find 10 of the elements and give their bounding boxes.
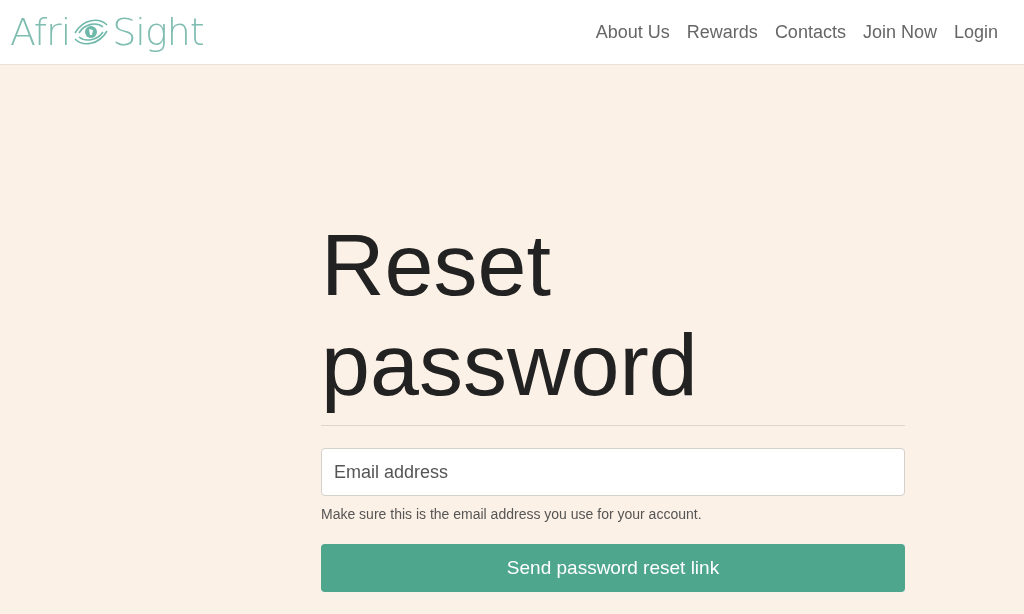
page-title: Reset password	[321, 215, 699, 415]
nav-link[interactable]: Join Now	[862, 21, 937, 43]
logo-text: Afri	[10, 10, 71, 54]
nav-link[interactable]: Login	[953, 21, 998, 43]
logo-text: Sight	[112, 10, 204, 54]
nav-link[interactable]: Contacts	[774, 21, 846, 43]
email-field[interactable]: Email address	[321, 448, 905, 496]
nav-link[interactable]: About Us	[595, 21, 670, 43]
help-text: Make sure this is the email address you use for your account.	[321, 506, 703, 522]
nav-link[interactable]: Rewards	[686, 21, 758, 43]
